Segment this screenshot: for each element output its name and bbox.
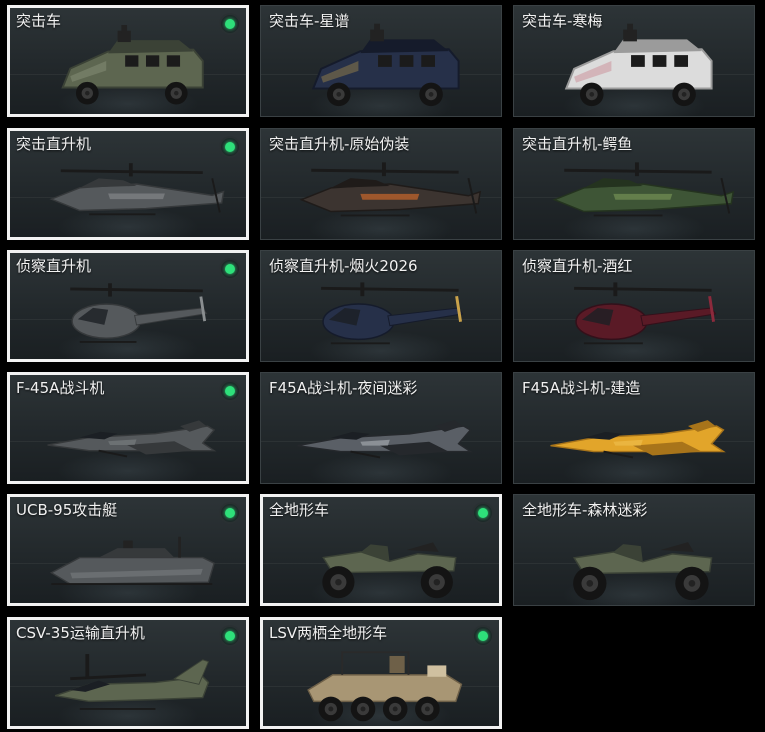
vehicle-skin-card[interactable]: 突击直升机-原始伪装 bbox=[260, 128, 502, 240]
equipped-indicator-icon bbox=[221, 627, 239, 645]
vehicle-skin-label: CSV-35运输直升机 bbox=[16, 624, 145, 642]
vehicle-skin-card[interactable]: 侦察直升机-酒红 bbox=[513, 250, 755, 362]
equipped-indicator-icon bbox=[221, 138, 239, 156]
vehicle-skin-card[interactable]: 突击车 bbox=[7, 5, 249, 117]
vehicle-skin-label: 全地形车 bbox=[269, 501, 330, 519]
vehicle-skin-card[interactable]: 突击车-寒梅 bbox=[513, 5, 755, 117]
vehicle-skin-card[interactable]: 全地形车-森林迷彩 bbox=[513, 494, 755, 606]
vehicle-skin-card[interactable]: 侦察直升机 bbox=[7, 250, 249, 362]
equipped-indicator-icon bbox=[474, 627, 492, 645]
equipped-indicator-icon bbox=[221, 15, 239, 33]
vehicle-skin-label: F45A战斗机-建造 bbox=[522, 379, 641, 397]
vehicle-skin-card[interactable]: 侦察直升机-烟火2026 bbox=[260, 250, 502, 362]
vehicle-skin-card[interactable]: CSV-35运输直升机 bbox=[7, 617, 249, 729]
vehicle-skin-label: LSV两栖全地形车 bbox=[269, 624, 388, 642]
vehicle-skin-label: 侦察直升机-烟火2026 bbox=[269, 257, 418, 275]
equipped-indicator-icon bbox=[221, 260, 239, 278]
vehicle-skin-label: 突击车 bbox=[16, 12, 62, 30]
vehicle-skin-label: 侦察直升机-酒红 bbox=[522, 257, 633, 275]
vehicle-skin-card[interactable]: LSV两栖全地形车 bbox=[260, 617, 502, 729]
vehicle-skin-label: 突击车-寒梅 bbox=[522, 12, 603, 30]
vehicle-skin-label: 侦察直升机 bbox=[16, 257, 92, 275]
vehicle-skin-label: F45A战斗机-夜间迷彩 bbox=[269, 379, 418, 397]
vehicle-skin-label: UCB-95攻击艇 bbox=[16, 501, 118, 519]
vehicle-skin-card[interactable]: 全地形车 bbox=[260, 494, 502, 606]
vehicle-skin-card[interactable]: 突击直升机 bbox=[7, 128, 249, 240]
vehicle-skin-label: 全地形车-森林迷彩 bbox=[522, 501, 648, 519]
vehicle-skin-card[interactable]: F45A战斗机-建造 bbox=[513, 372, 755, 484]
vehicle-skin-card[interactable]: 突击直升机-鳄鱼 bbox=[513, 128, 755, 240]
vehicle-skin-label: 突击直升机 bbox=[16, 135, 92, 153]
vehicle-skin-label: 突击车-星谱 bbox=[269, 12, 350, 30]
vehicle-skin-card[interactable]: UCB-95攻击艇 bbox=[7, 494, 249, 606]
equipped-indicator-icon bbox=[221, 382, 239, 400]
vehicle-skin-card[interactable]: F45A战斗机-夜间迷彩 bbox=[260, 372, 502, 484]
vehicle-skin-label: 突击直升机-鳄鱼 bbox=[522, 135, 633, 153]
vehicle-skin-card[interactable]: 突击车-星谱 bbox=[260, 5, 502, 117]
equipped-indicator-icon bbox=[221, 504, 239, 522]
vehicle-skin-card[interactable]: F-45A战斗机 bbox=[7, 372, 249, 484]
vehicle-skin-label: 突击直升机-原始伪装 bbox=[269, 135, 410, 153]
vehicle-skin-label: F-45A战斗机 bbox=[16, 379, 105, 397]
equipped-indicator-icon bbox=[474, 504, 492, 522]
